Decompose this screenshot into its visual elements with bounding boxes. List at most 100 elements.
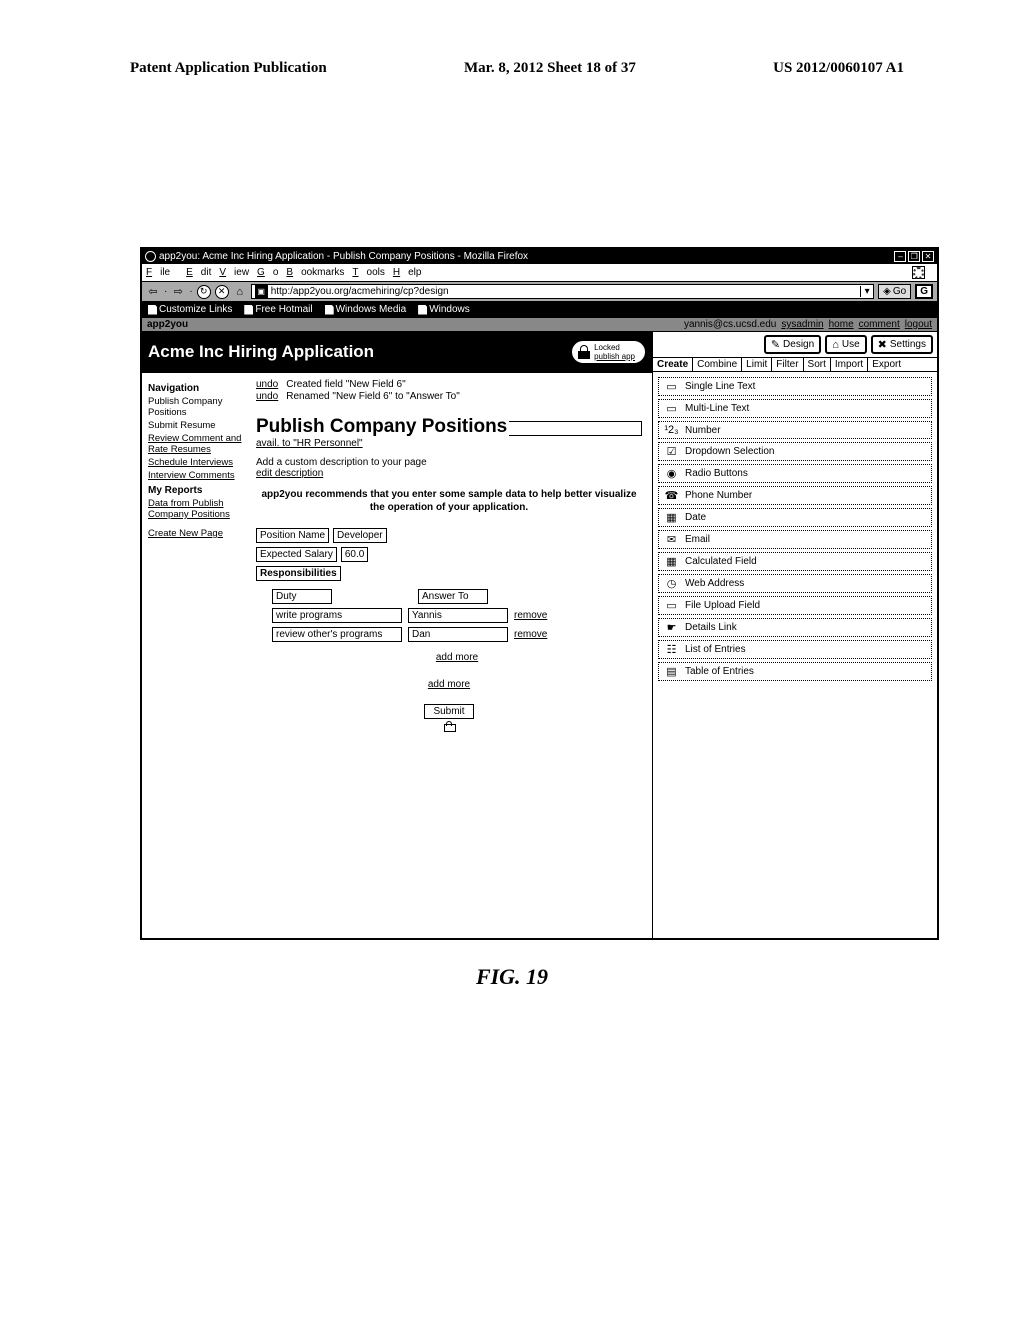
field-list-entries[interactable]: ☷List of Entries <box>658 640 932 659</box>
field-date[interactable]: ▦Date <box>658 508 932 527</box>
bm-windows-media[interactable]: Windows Media <box>325 304 407 315</box>
menu-bookmarks[interactable]: Bookmarks <box>286 267 344 278</box>
home-button[interactable]: ⌂ <box>233 286 247 298</box>
nav-create-new-page[interactable]: Create New Page <box>148 528 246 539</box>
publish-app-link[interactable]: publish app <box>594 352 635 361</box>
col-header-answer-to[interactable]: Answer To <box>418 589 488 604</box>
page-title-input[interactable] <box>509 421 642 436</box>
navigation-panel: Navigation Publish Company Positions Sub… <box>142 373 252 938</box>
nav-review-resumes[interactable]: Review Comment and Rate Resumes <box>148 433 246 455</box>
nav-publish-positions[interactable]: Publish Company Positions <box>148 396 246 418</box>
radio-icon: ◉ <box>664 467 679 480</box>
mode-design[interactable]: ✎Design <box>764 335 821 354</box>
edit-description-link[interactable]: edit description <box>256 468 323 479</box>
responsibilities-label[interactable]: Responsibilities <box>256 566 341 581</box>
page-icon <box>418 305 427 315</box>
tab-create[interactable]: Create <box>653 358 693 371</box>
undo-link-2[interactable]: undo <box>256 391 278 402</box>
submit-button[interactable]: Submit <box>424 704 473 719</box>
tab-sort[interactable]: Sort <box>804 358 831 371</box>
tab-export[interactable]: Export <box>868 358 905 371</box>
menu-help[interactable]: Help <box>393 267 422 278</box>
remove-row1[interactable]: remove <box>514 610 547 621</box>
field-details-link[interactable]: ☛Details Link <box>658 618 932 637</box>
menu-view[interactable]: View <box>219 267 249 278</box>
remove-row2[interactable]: remove <box>514 629 547 640</box>
table-icon: ▤ <box>664 665 679 678</box>
answerto-row2[interactable]: Dan <box>408 627 508 642</box>
close-button[interactable]: ✕ <box>922 251 934 262</box>
go-button[interactable]: ◈ Go <box>878 284 911 299</box>
dropdown-icon: ☑ <box>664 445 679 458</box>
nav-report-positions[interactable]: Data from Publish Company Positions <box>148 498 246 520</box>
tab-import[interactable]: Import <box>831 358 868 371</box>
field-table-entries[interactable]: ▤Table of Entries <box>658 662 932 681</box>
field-multi-line-text[interactable]: ▭Multi-Line Text <box>658 399 932 418</box>
menu-file[interactable]: File <box>146 267 178 278</box>
field-number[interactable]: ¹2₃Number <box>658 421 932 439</box>
undo-link-1[interactable]: undo <box>256 379 278 390</box>
position-name-value[interactable]: Developer <box>333 528 387 543</box>
lock-pill[interactable]: Locked publish app <box>571 340 646 364</box>
link-logout[interactable]: logout <box>905 319 932 330</box>
nav-submit-resume[interactable]: Submit Resume <box>148 420 246 431</box>
calc-icon: ▦ <box>664 555 679 568</box>
url-input[interactable] <box>271 286 860 297</box>
field-phone[interactable]: ☎Phone Number <box>658 486 932 505</box>
reload-button[interactable]: ↻ <box>197 285 211 299</box>
col-header-duty[interactable]: Duty <box>272 589 332 604</box>
field-calculated[interactable]: ▦Calculated Field <box>658 552 932 571</box>
add-more-fields[interactable]: add more <box>428 679 470 690</box>
list-icon: ☷ <box>664 643 679 656</box>
browser-window: app2you: Acme Inc Hiring Application - P… <box>140 247 939 940</box>
availability-link[interactable]: avail. to "HR Personnel" <box>256 438 363 449</box>
app-brand: app2you <box>142 318 193 331</box>
duty-row1[interactable]: write programs <box>272 608 402 623</box>
patent-number: US 2012/0060107 A1 <box>773 60 904 77</box>
url-dropdown[interactable]: ▾ <box>860 286 873 297</box>
link-home[interactable]: home <box>829 319 854 330</box>
search-engine-button[interactable]: G <box>915 284 933 299</box>
field-single-line-text[interactable]: ▭Single Line Text <box>658 377 932 396</box>
bm-windows[interactable]: Windows <box>418 304 470 315</box>
duty-row2[interactable]: review other's programs <box>272 627 402 642</box>
field-file-upload[interactable]: ▭File Upload Field <box>658 596 932 615</box>
lock-status: Locked <box>594 343 635 352</box>
link-sysadmin[interactable]: sysadmin <box>781 319 823 330</box>
tab-limit[interactable]: Limit <box>742 358 772 371</box>
page-icon <box>325 305 334 315</box>
stop-button[interactable]: ✕ <box>215 285 229 299</box>
bm-customize-links[interactable]: Customize Links <box>148 304 232 315</box>
nav-interview-comments[interactable]: Interview Comments <box>148 470 246 481</box>
field-email[interactable]: ✉Email <box>658 530 932 549</box>
bm-free-hotmail[interactable]: Free Hotmail <box>244 304 312 315</box>
expected-salary-label[interactable]: Expected Salary <box>256 547 337 562</box>
bookmarks-bar: Customize Links Free Hotmail Windows Med… <box>142 302 937 318</box>
mode-use[interactable]: ⌂Use <box>825 335 866 354</box>
tab-combine[interactable]: Combine <box>693 358 742 371</box>
address-bar[interactable]: ▣ ▾ <box>251 284 874 299</box>
link-icon: ☛ <box>664 621 679 634</box>
field-tabs: Create Combine Limit Filter Sort Import … <box>653 357 937 372</box>
field-radio[interactable]: ◉Radio Buttons <box>658 464 932 483</box>
nav-schedule-interviews[interactable]: Schedule Interviews <box>148 457 246 468</box>
minimize-button[interactable]: – <box>894 251 906 262</box>
forward-button[interactable]: ⇨ <box>171 286 185 298</box>
expected-salary-value[interactable]: 60.0 <box>341 547 368 562</box>
menu-edit[interactable]: Edit <box>186 267 211 278</box>
answerto-row1[interactable]: Yannis <box>408 608 508 623</box>
add-more-rows[interactable]: add more <box>436 652 478 663</box>
mode-settings[interactable]: ✖Settings <box>871 335 933 354</box>
field-web-address[interactable]: ◷Web Address <box>658 574 932 593</box>
recommendation-text: app2you recommends that you enter some s… <box>256 489 642 514</box>
tab-filter[interactable]: Filter <box>772 358 803 371</box>
reports-heading: My Reports <box>148 485 246 496</box>
menu-tools[interactable]: Tools <box>352 267 384 278</box>
back-button[interactable]: ⇦ <box>146 286 160 298</box>
field-dropdown[interactable]: ☑Dropdown Selection <box>658 442 932 461</box>
menu-go[interactable]: Go <box>257 267 278 278</box>
link-comment[interactable]: comment <box>859 319 900 330</box>
textbox-icon: ▭ <box>664 380 679 393</box>
maximize-button[interactable]: ❐ <box>908 251 920 262</box>
position-name-label[interactable]: Position Name <box>256 528 329 543</box>
